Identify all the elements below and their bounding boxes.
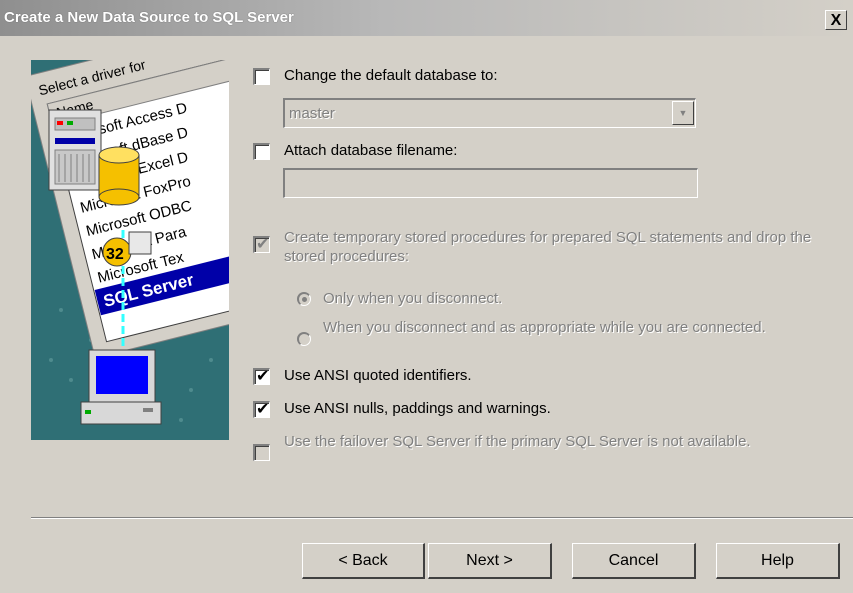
server-icon	[48, 109, 102, 191]
ansi-nulls-checkbox[interactable]: ✔	[253, 399, 270, 418]
driver-list-illustration: Select a driver for Name Microsoft Acces…	[24, 20, 319, 440]
close-button[interactable]: X	[825, 10, 847, 30]
radio-disconnect	[297, 292, 311, 306]
svg-text:32: 32	[106, 246, 124, 263]
title-bar: Create a New Data Source to SQL Server X	[0, 0, 853, 36]
check-icon: ✔	[256, 234, 270, 253]
default-db-combo: master ▼	[283, 98, 696, 128]
attach-db-checkbox[interactable]	[253, 143, 270, 160]
cancel-button[interactable]: Cancel	[572, 543, 696, 579]
help-button[interactable]: Help	[716, 543, 840, 579]
check-icon: ✔	[256, 399, 270, 418]
ansi-quoted-label: Use ANSI quoted identifiers.	[284, 367, 472, 384]
attach-db-filename-field	[283, 168, 698, 198]
ansi-nulls-label: Use ANSI nulls, paddings and warnings.	[284, 400, 551, 417]
change-default-db-checkbox[interactable]	[253, 68, 270, 85]
radio-appropriate-label: When you disconnect and as appropriate w…	[323, 319, 766, 336]
computer-icon	[80, 349, 162, 425]
wizard-illustration: Select a driver for Name Microsoft Acces…	[24, 20, 319, 440]
radio-disconnect-label: Only when you disconnect.	[323, 290, 503, 307]
back-button[interactable]: < Back	[302, 543, 425, 579]
window-title: Create a New Data Source to SQL Server	[4, 9, 294, 26]
database-icon	[98, 146, 140, 206]
next-button[interactable]: Next >	[428, 543, 552, 579]
change-default-db-label: Change the default database to:	[284, 67, 498, 84]
ansi-quoted-checkbox[interactable]: ✔	[253, 366, 270, 385]
failover-checkbox	[253, 444, 270, 461]
temp-procs-checkbox: ✔	[253, 234, 270, 253]
temp-procs-label: Create temporary stored procedures for p…	[284, 229, 812, 265]
attach-db-label: Attach database filename:	[284, 142, 458, 159]
separator	[31, 517, 853, 519]
radio-appropriate	[297, 332, 311, 346]
default-db-value: master	[289, 105, 335, 122]
chevron-down-icon: ▼	[672, 101, 694, 125]
failover-label: Use the failover SQL Server if the prima…	[284, 433, 751, 450]
check-icon: ✔	[256, 366, 270, 385]
